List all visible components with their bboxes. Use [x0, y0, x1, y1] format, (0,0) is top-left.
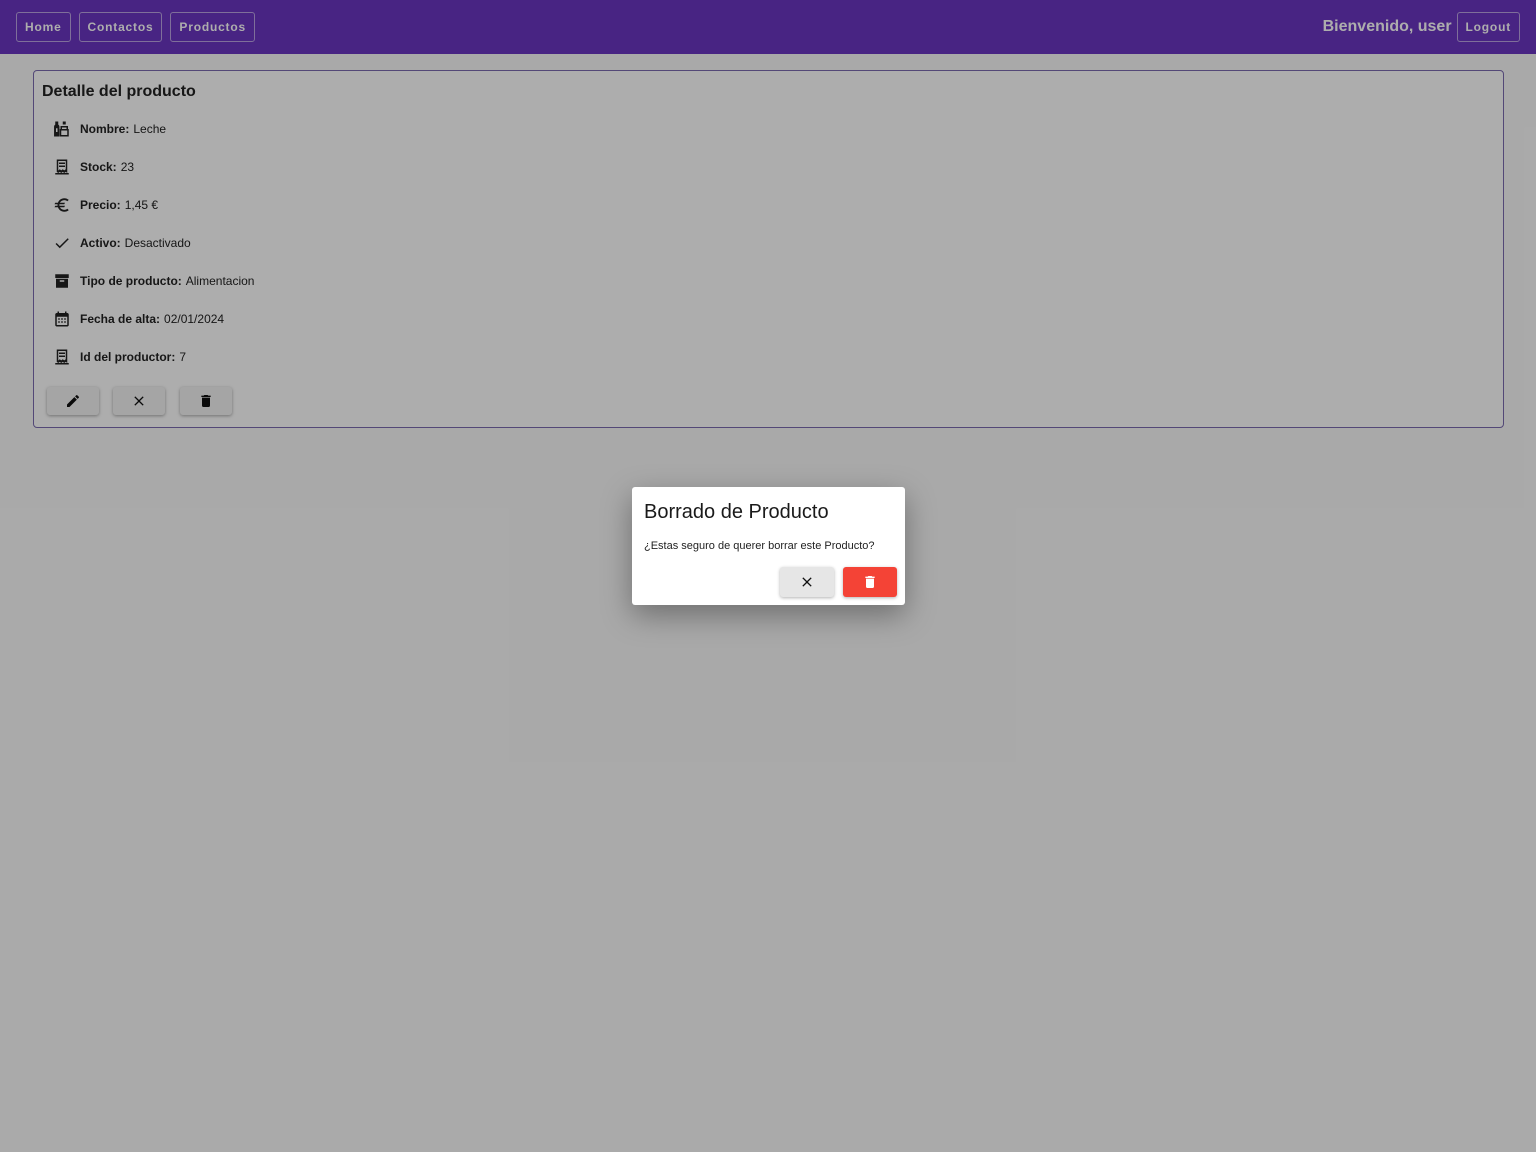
dialog-message: ¿Estas seguro de querer borrar este Prod…: [644, 540, 875, 552]
trash-icon: [865, 576, 875, 588]
app-root: Home Contactos Productos Bienvenido, use…: [0, 0, 1536, 1152]
dialog-confirm-delete-button[interactable]: [843, 567, 897, 597]
delete-confirm-dialog: Borrado de Producto ¿Estas seguro de que…: [632, 487, 905, 605]
dialog-cancel-button[interactable]: [780, 567, 834, 597]
close-icon: [802, 577, 812, 587]
dialog-title: Borrado de Producto: [644, 501, 829, 523]
